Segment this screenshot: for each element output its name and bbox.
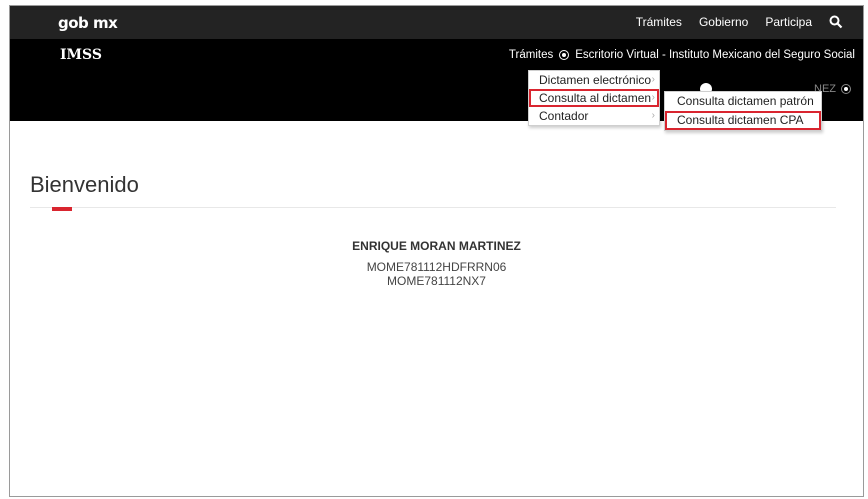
gobmx-header: gob mx Trámites Gobierno Participa [10,6,863,39]
imss-logo[interactable]: IMSS [60,47,102,63]
nav-gobierno[interactable]: Gobierno [699,15,748,29]
user-info: ENRIQUE MORAN MARTINEZ MOME781112HDFRRN0… [10,239,863,288]
submenu-item-consulta-patron[interactable]: Consulta dictamen patrón [665,92,821,111]
menu-item-dictamen-electronico[interactable]: Dictamen electrónico › [529,71,659,89]
submenu-item-consulta-cpa[interactable]: Consulta dictamen CPA [665,111,821,130]
dropdown-dot-icon[interactable] [559,50,570,60]
chevron-right-icon: › [651,74,655,85]
chevron-right-icon: › [651,110,655,121]
menu-item-consulta-al-dictamen[interactable]: Consulta al dictamen › [529,89,659,107]
tramites-dropdown: Dictamen electrónico › Consulta al dicta… [528,70,660,126]
user-curp: MOME781112HDFRRN06 [366,260,507,274]
menu-item-contador[interactable]: Contador › [529,107,659,125]
consulta-submenu: Consulta dictamen patrón Consulta dictam… [664,91,822,131]
imss-nav: Trámites Escritorio Virtual - Instituto … [509,49,855,61]
gobmx-logo[interactable]: gob mx [58,14,118,32]
search-icon[interactable] [829,15,845,29]
title-divider [30,207,836,208]
nav-participa[interactable]: Participa [765,15,812,29]
imss-nav-tramites[interactable]: Trámites [509,49,553,61]
user-rfc: MOME781112NX7 [387,274,486,288]
nav-tramites[interactable]: Trámites [636,15,682,29]
browser-page: gob mx Trámites Gobierno Participa IMSS … [9,5,864,497]
title-accent-bar [52,207,72,211]
page-title: Bienvenido [30,172,139,197]
top-nav: Trámites Gobierno Participa [636,15,845,29]
user-dropdown-icon[interactable] [841,84,851,94]
chevron-right-icon: › [651,92,655,103]
user-full-name: ENRIQUE MORAN MARTINEZ [352,239,521,253]
imss-nav-escritorio[interactable]: Escritorio Virtual - Instituto Mexicano … [575,49,855,61]
